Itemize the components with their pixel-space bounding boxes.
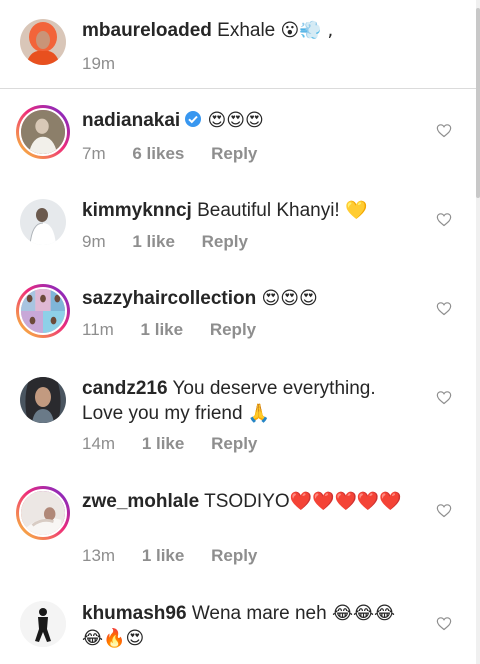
reply-button[interactable]: Reply	[211, 144, 257, 164]
caption-meta: 19m	[82, 54, 137, 74]
comment-meta: 9m 1 like Reply	[82, 232, 270, 252]
caption-time: 19m	[82, 54, 116, 73]
likes-count-link[interactable]: 1 like	[141, 320, 184, 340]
comment-meta: 13m 1 like Reply	[82, 546, 279, 566]
comment-text: khumash96 Wena mare neh 😂😂😂😂🔥😍	[82, 601, 412, 651]
caption-avatar[interactable]	[20, 19, 66, 65]
caption-username[interactable]: mbaureloaded	[82, 20, 212, 41]
comment-avatar[interactable]	[20, 199, 66, 245]
comment-row: kimmyknncj Beautiful Khanyi! 💛 9m 1 like…	[0, 196, 476, 256]
comment-username[interactable]: nadianakai	[82, 110, 180, 131]
comment-text: kimmyknncj Beautiful Khanyi! 💛	[82, 198, 422, 223]
comment-meta: 7m 6 likes Reply	[82, 144, 279, 164]
comment-meta: 14m 1 like Reply	[82, 434, 279, 454]
comment-row: sazzyhaircollection 😍😍😍 11m 1 like Reply	[0, 284, 476, 344]
likes-count-link[interactable]: 1 like	[132, 232, 175, 252]
comment-avatar[interactable]	[20, 377, 66, 423]
profile-photo-icon	[20, 601, 66, 647]
comment-username[interactable]: kimmyknncj	[82, 200, 192, 221]
comment-body: TSODIYO	[204, 491, 290, 512]
heart-outline-icon[interactable]	[436, 123, 452, 138]
profile-photo-icon	[21, 491, 65, 535]
heart-outline-icon[interactable]	[436, 616, 452, 631]
comment-row: khumash96 Wena mare neh 😂😂😂😂🔥😍	[0, 598, 476, 664]
comment-username[interactable]: khumash96	[82, 603, 187, 624]
comment-body: Beautiful Khanyi!	[197, 200, 340, 221]
heart-outline-icon[interactable]	[436, 212, 452, 227]
comment-emoji: 💛	[344, 200, 368, 221]
comment-row: nadianakai 😍😍😍 7m 6 likes Reply	[0, 104, 476, 164]
post-caption: mbaureloaded Exhale 😮💨 , 19m	[0, 0, 476, 88]
likes-count-link[interactable]: 1 like	[142, 546, 185, 566]
comment-body: Wena mare neh	[191, 603, 327, 624]
comment-row: candz216 You deserve everything. Love yo…	[0, 374, 476, 456]
likes-count-link[interactable]: 6 likes	[132, 144, 184, 164]
comment-emoji: ❤️❤️❤️❤️❤️	[289, 491, 402, 512]
comment-text: zwe_mohlale TSODIYO❤️❤️❤️❤️❤️	[82, 489, 412, 514]
comment-time: 7m	[82, 144, 106, 163]
verified-badge-icon	[184, 110, 202, 128]
profile-photo-icon	[20, 377, 66, 423]
comment-avatar[interactable]	[16, 284, 70, 338]
scrollbar[interactable]	[476, 0, 480, 664]
caption-text: mbaureloaded Exhale 😮💨 ,	[82, 18, 422, 43]
profile-photo-icon	[20, 19, 66, 65]
comment-time: 9m	[82, 232, 106, 251]
heart-outline-icon[interactable]	[436, 390, 452, 405]
comment-emoji: 😍😍😍	[207, 110, 264, 131]
comment-text: nadianakai 😍😍😍	[82, 108, 422, 133]
caption-divider	[0, 88, 476, 89]
comment-username[interactable]: sazzyhaircollection	[82, 288, 256, 309]
comment-emoji: 😍😍😍	[261, 288, 318, 309]
reply-button[interactable]: Reply	[210, 320, 256, 340]
comment-row: zwe_mohlale TSODIYO❤️❤️❤️❤️❤️ 13m 1 like…	[0, 486, 476, 570]
scrollbar-thumb[interactable]	[476, 8, 480, 198]
comment-username[interactable]: zwe_mohlale	[82, 491, 199, 512]
comment-avatar[interactable]	[20, 601, 66, 647]
comment-meta: 11m 1 like Reply	[82, 320, 278, 340]
caption-body: Exhale	[217, 20, 276, 41]
reply-button[interactable]: Reply	[211, 546, 257, 566]
comment-time: 11m	[82, 320, 114, 339]
comment-time: 14m	[82, 434, 116, 453]
comment-avatar[interactable]	[16, 105, 70, 159]
heart-outline-icon[interactable]	[436, 503, 452, 518]
comment-emoji: 🙏	[247, 403, 271, 424]
heart-outline-icon[interactable]	[436, 301, 452, 316]
comment-text: sazzyhaircollection 😍😍😍	[82, 286, 422, 311]
comments-screen: mbaureloaded Exhale 😮💨 , 19m nadianakai …	[0, 0, 480, 664]
comment-avatar[interactable]	[16, 486, 70, 540]
comment-text: candz216 You deserve everything. Love yo…	[82, 376, 422, 426]
reply-button[interactable]: Reply	[211, 434, 257, 454]
comment-time: 13m	[82, 546, 116, 565]
profile-photo-icon	[21, 110, 65, 154]
caption-emoji: 😮💨 ,	[280, 20, 334, 41]
profile-photo-icon	[21, 289, 65, 333]
likes-count-link[interactable]: 1 like	[142, 434, 185, 454]
profile-photo-icon	[20, 199, 66, 245]
comment-username[interactable]: candz216	[82, 378, 168, 399]
reply-button[interactable]: Reply	[202, 232, 248, 252]
